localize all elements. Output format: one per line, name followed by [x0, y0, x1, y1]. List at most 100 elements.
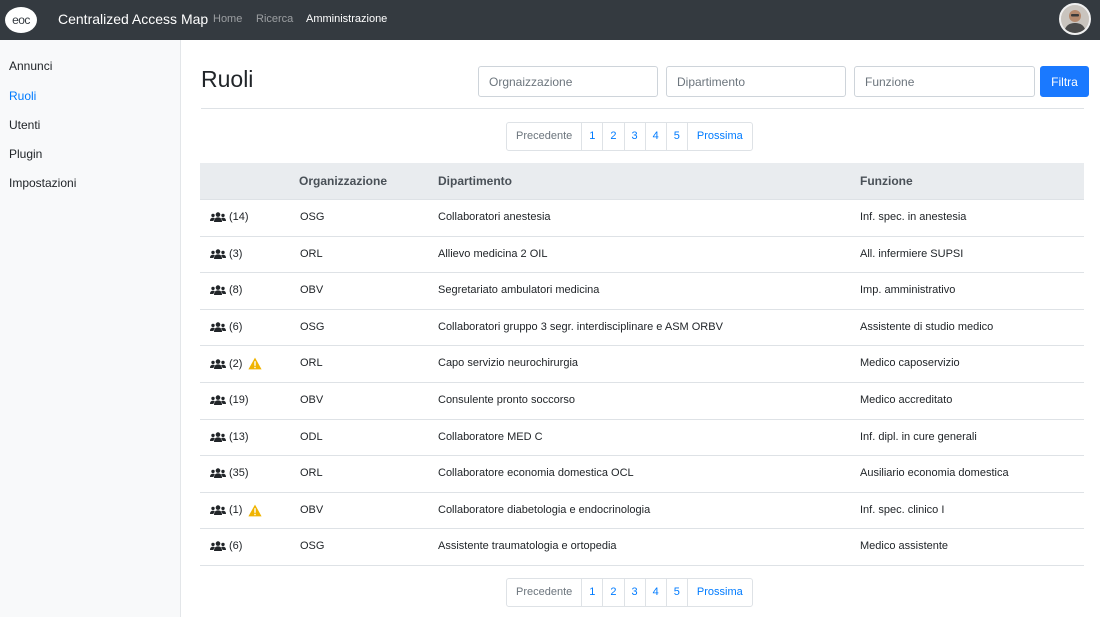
user-count: (35)	[229, 467, 249, 480]
funzione-cell: Inf. spec. in anestesia	[860, 211, 967, 223]
user-count-cell: (8)	[210, 284, 242, 296]
dipartimento-cell: Consulente pronto soccorso	[438, 393, 575, 406]
table-row[interactable]: (3) ORL Allievo medicina 2 OIL All. infermi…	[200, 237, 1084, 274]
user-count: (6)	[229, 540, 243, 553]
sidebar: Annunci Ruoli Utenti Plugin Impostazioni	[0, 40, 181, 617]
pagination-page-2[interactable]: 2	[602, 579, 623, 606]
table-body: (14) OSG Collaboratori anestesia Inf. spec.…	[200, 200, 1084, 566]
header-organizzazione[interactable]: Organizzazione	[299, 174, 387, 188]
table-row[interactable]: (14) OSG Collaboratori anestesia Inf. spec.…	[200, 200, 1084, 237]
sidebar-item-utenti[interactable]: Utenti	[9, 118, 40, 132]
pagination-top: Precedente 1 2 3 4 5 Prossima	[506, 122, 753, 151]
funzione-cell: Inf. spec. clinico I	[860, 503, 945, 516]
pagination-next[interactable]: Prossima	[686, 123, 752, 150]
funzione-cell: Imp. amministrativo	[860, 284, 956, 297]
table-row[interactable]: (8) OBV Segretariato ambulatori medicina Im…	[200, 273, 1084, 310]
funzione-cell: Inf. dipl. in cure generali	[860, 430, 977, 443]
sidebar-item-ruoli[interactable]: Ruoli	[9, 89, 36, 103]
pagination-page-5[interactable]: 5	[665, 579, 687, 606]
warning-icon	[245, 504, 263, 517]
users-icon	[210, 285, 226, 296]
user-count-cell: (35)	[210, 467, 249, 479]
brand-title[interactable]: Centralized Access Map	[58, 11, 208, 27]
organizzazione-filter-input[interactable]	[478, 66, 658, 97]
pagination-page-1[interactable]: 1	[581, 123, 602, 150]
organizzazione-cell: ORL	[300, 247, 323, 260]
organizzazione-cell: OBV	[300, 503, 324, 516]
users-icon	[210, 541, 226, 552]
table-row[interactable]: (35) ORL Collaboratore economia domestica …	[200, 456, 1084, 493]
dipartimento-cell: Collaboratore diabetologia e endocrinolo…	[438, 503, 651, 516]
user-count-cell: (6)	[210, 321, 242, 333]
users-icon	[210, 431, 226, 442]
funzione-cell: Ausiliario economia domestica	[860, 467, 1009, 480]
table-row[interactable]: (13) ODL Collaboratore MED C Inf. dipl. in …	[200, 420, 1084, 457]
top-navbar: eoc Centralized Access Map Home Ricerca …	[0, 0, 1100, 40]
sidebar-item-annunci[interactable]: Annunci	[9, 59, 52, 73]
pagination-bottom: Precedente 1 2 3 4 5 Prossima	[506, 578, 753, 607]
sidebar-item-plugin[interactable]: Plugin	[9, 147, 42, 161]
pagination-page-4[interactable]: 4	[644, 123, 666, 150]
pagination-page-4[interactable]: 4	[644, 579, 666, 606]
avatar-image	[1061, 5, 1089, 33]
user-count: (1)	[229, 504, 243, 517]
user-count-cell: (19)	[210, 394, 249, 406]
user-count: (13)	[229, 430, 249, 443]
organizzazione-cell: OBV	[300, 393, 324, 406]
organizzazione-cell: OSG	[300, 320, 325, 333]
dipartimento-cell: Collaboratori gruppo 3 segr. interdiscip…	[438, 320, 723, 333]
roles-table: Organizzazione Dipartimento Funzione (14…	[200, 163, 1084, 566]
warning-icon	[245, 357, 263, 370]
pagination-page-1[interactable]: 1	[581, 579, 602, 606]
logo-text: eoc	[12, 13, 30, 27]
user-count-cell: (1)	[210, 504, 263, 517]
nav-link-amministrazione[interactable]: Amministrazione	[306, 13, 387, 25]
nav-link-ricerca[interactable]: Ricerca	[256, 13, 293, 25]
users-icon	[210, 359, 226, 369]
user-count: (3)	[229, 247, 243, 260]
table-row[interactable]: (2) ORL Capo servizio neurochirurgia Medico…	[200, 346, 1084, 383]
filtra-button[interactable]: Filtra	[1040, 66, 1089, 97]
sidebar-item-impostazioni[interactable]: Impostazioni	[9, 176, 76, 190]
funzione-cell: Medico caposervizio	[860, 357, 960, 370]
user-count-cell: (3)	[210, 248, 242, 260]
dipartimento-cell: Collaboratore economia domestica OCL	[438, 467, 634, 480]
table-row[interactable]: (19) OBV Consulente pronto soccorso Medico …	[200, 383, 1084, 420]
table-row[interactable]: (1) OBV Collaboratore diabetologia e endoc…	[200, 493, 1084, 530]
pagination-previous[interactable]: Precedente	[507, 123, 581, 150]
dipartimento-filter-input[interactable]	[666, 66, 846, 97]
pagination-page-5[interactable]: 5	[665, 123, 687, 150]
pagination-next[interactable]: Prossima	[686, 579, 752, 606]
organizzazione-cell: ORL	[300, 467, 323, 480]
table-row[interactable]: (6) OSG Assistente traumatologia e ortoped…	[200, 529, 1084, 566]
table-row[interactable]: (6) OSG Collaboratori gruppo 3 segr. inter…	[200, 310, 1084, 347]
pagination-page-3[interactable]: 3	[623, 579, 645, 606]
funzione-filter-input[interactable]	[854, 66, 1035, 97]
eoc-logo[interactable]: eoc	[5, 7, 37, 33]
users-icon	[210, 468, 226, 479]
header-dipartimento[interactable]: Dipartimento	[438, 174, 512, 188]
user-count: (14)	[229, 211, 249, 223]
dipartimento-cell: Segretariato ambulatori medicina	[438, 284, 600, 297]
organizzazione-cell: OSG	[300, 540, 325, 553]
funzione-cell: Medico assistente	[860, 540, 949, 553]
user-count-cell: (14)	[210, 211, 249, 223]
nav-link-home[interactable]: Home	[213, 13, 242, 25]
page-title: Ruoli	[201, 66, 254, 92]
users-icon	[210, 248, 226, 259]
user-avatar[interactable]	[1059, 3, 1091, 35]
organizzazione-cell: ODL	[300, 430, 323, 443]
pagination-previous[interactable]: Precedente	[507, 579, 581, 606]
header-funzione[interactable]: Funzione	[860, 174, 913, 188]
table-header: Organizzazione Dipartimento Funzione	[200, 163, 1084, 200]
users-icon	[210, 322, 226, 332]
user-count-cell: (2)	[210, 357, 263, 370]
dipartimento-cell: Collaboratori anestesia	[438, 211, 551, 223]
users-icon	[210, 505, 226, 516]
organizzazione-cell: OBV	[300, 284, 324, 297]
pagination-page-2[interactable]: 2	[602, 123, 623, 150]
user-count: (2)	[229, 357, 243, 370]
dipartimento-cell: Allievo medicina 2 OIL	[438, 247, 548, 260]
pagination-page-3[interactable]: 3	[623, 123, 645, 150]
user-count: (6)	[229, 320, 243, 333]
